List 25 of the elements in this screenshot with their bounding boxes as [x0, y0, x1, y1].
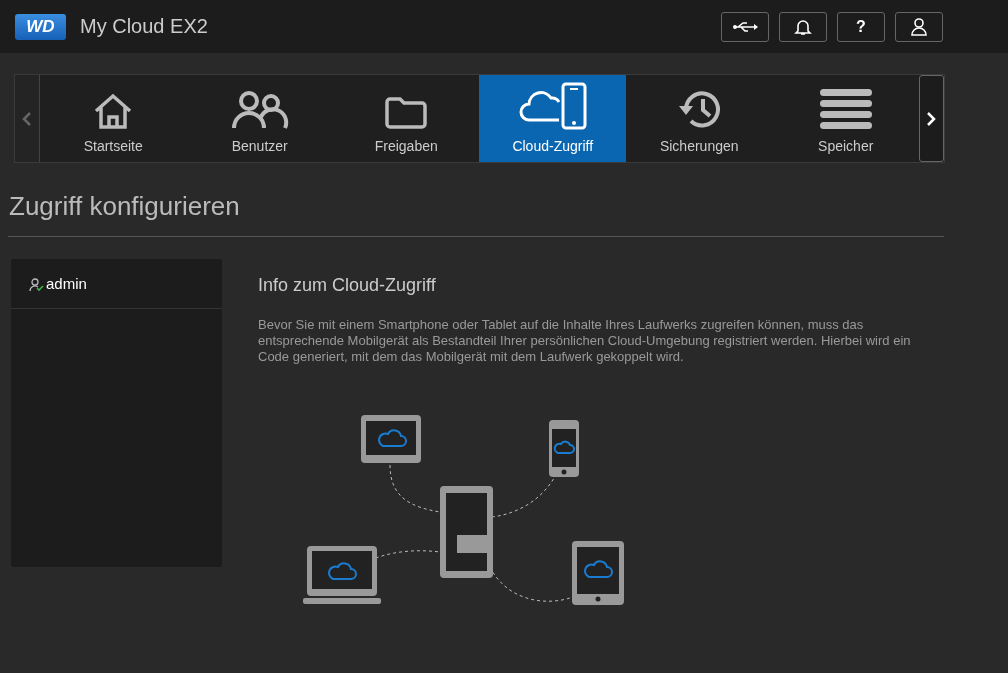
help-button[interactable]: ?: [837, 11, 885, 42]
nav-tab[interactable]: Startseite: [40, 75, 187, 162]
nav-tab[interactable]: Freigaben: [333, 75, 480, 162]
notification-icon[interactable]: [779, 11, 827, 42]
nav-tab[interactable]: Benutzer: [186, 75, 333, 162]
page-title: Zugriff konfigurieren: [9, 191, 241, 223]
usb-icon[interactable]: [721, 11, 769, 42]
nav-tab[interactable]: Speicher: [772, 75, 919, 162]
cloud-phone-icon: [518, 82, 587, 130]
folder-icon: [384, 96, 429, 130]
user-check-icon: [29, 277, 44, 292]
users-icon: [230, 90, 289, 130]
nav-tab[interactable]: Cloud-Zugriff: [479, 75, 626, 162]
product-name: My Cloud EX2: [80, 15, 208, 38]
user-list-item[interactable]: admin: [11, 259, 222, 309]
chevron-left-icon: [22, 111, 32, 126]
nav-tab[interactable]: Sicherungen: [626, 75, 773, 162]
clock-arrow-icon: [676, 88, 723, 130]
scroll-right-button[interactable]: [919, 75, 944, 162]
info-paragraph: Bevor Sie mit einem Smartphone oder Tablet auf die Inhalte Ihres Laufwerks zugreifen können, muss das entsprechende Mobilgerät als Bestandteil Ihrer persönlichen Cloud-Umgebung registriert werden. Hierbei wird ein Code generiert, mit dem das Mobilgerät mit dem Laufwerk gekoppelt wird.: [258, 317, 912, 365]
logo[interactable]: WD: [15, 13, 66, 40]
chevron-right-icon: [926, 111, 937, 126]
section-heading: Info zum Cloud-Zugriff: [258, 275, 437, 296]
stacked-bars-icon: [818, 88, 873, 130]
user-icon[interactable]: [895, 11, 943, 42]
